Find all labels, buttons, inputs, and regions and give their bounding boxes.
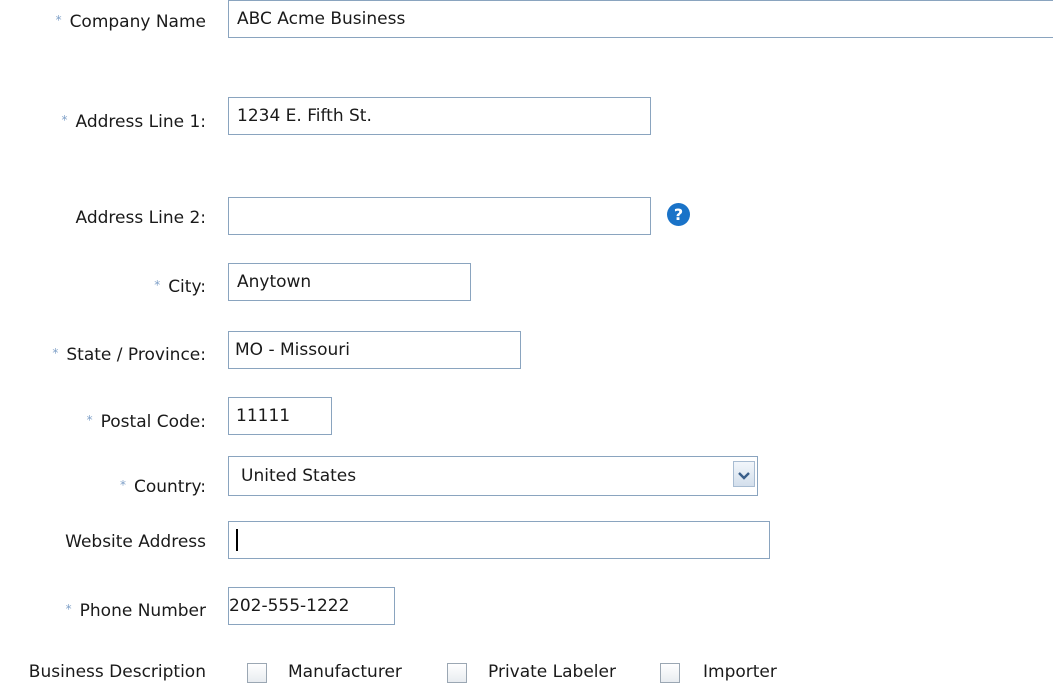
website-address-input[interactable] [228, 521, 770, 559]
required-marker: * [61, 113, 68, 127]
manufacturer-checkbox[interactable] [247, 663, 267, 683]
required-marker: * [119, 478, 126, 492]
private-labeler-checkbox[interactable] [447, 663, 467, 683]
required-marker: * [65, 602, 72, 616]
required-marker: * [52, 346, 59, 360]
text-cursor [236, 529, 238, 551]
address-line-2-input[interactable] [228, 197, 651, 235]
city-label: * City: [154, 277, 206, 297]
address-line-2-label: Address Line 2: [75, 208, 206, 228]
business-description-label: Business Description [28, 662, 206, 682]
importer-label[interactable]: Importer [703, 661, 777, 683]
required-marker: * [55, 13, 62, 27]
state-province-label: * State / Province: [52, 345, 206, 365]
city-input[interactable]: Anytown [228, 263, 471, 301]
help-icon[interactable]: ? [667, 203, 690, 226]
state-province-input[interactable]: MO - Missouri [228, 331, 521, 369]
phone-number-input[interactable]: 202-555-1222 [228, 587, 395, 625]
private-labeler-label[interactable]: Private Labeler [488, 661, 616, 683]
postal-code-label: * Postal Code: [86, 412, 206, 432]
website-address-label: Website Address [65, 532, 206, 552]
required-marker: * [86, 413, 93, 427]
required-marker: * [154, 278, 161, 292]
address-line-1-input[interactable]: 1234 E. Fifth St. [228, 97, 651, 135]
chevron-down-icon [738, 465, 750, 484]
country-label: * Country: [119, 477, 206, 497]
postal-code-input[interactable]: 11111 [228, 397, 332, 435]
manufacturer-label[interactable]: Manufacturer [288, 661, 402, 683]
select-dropdown-button[interactable] [733, 461, 755, 487]
address-line-1-label: * Address Line 1: [61, 112, 206, 132]
country-select[interactable]: United States [228, 456, 758, 496]
company-name-input[interactable]: ABC Acme Business [228, 0, 1053, 38]
company-name-label: * Company Name [55, 12, 206, 32]
importer-checkbox[interactable] [660, 663, 680, 683]
phone-number-label: * Phone Number [65, 601, 206, 621]
